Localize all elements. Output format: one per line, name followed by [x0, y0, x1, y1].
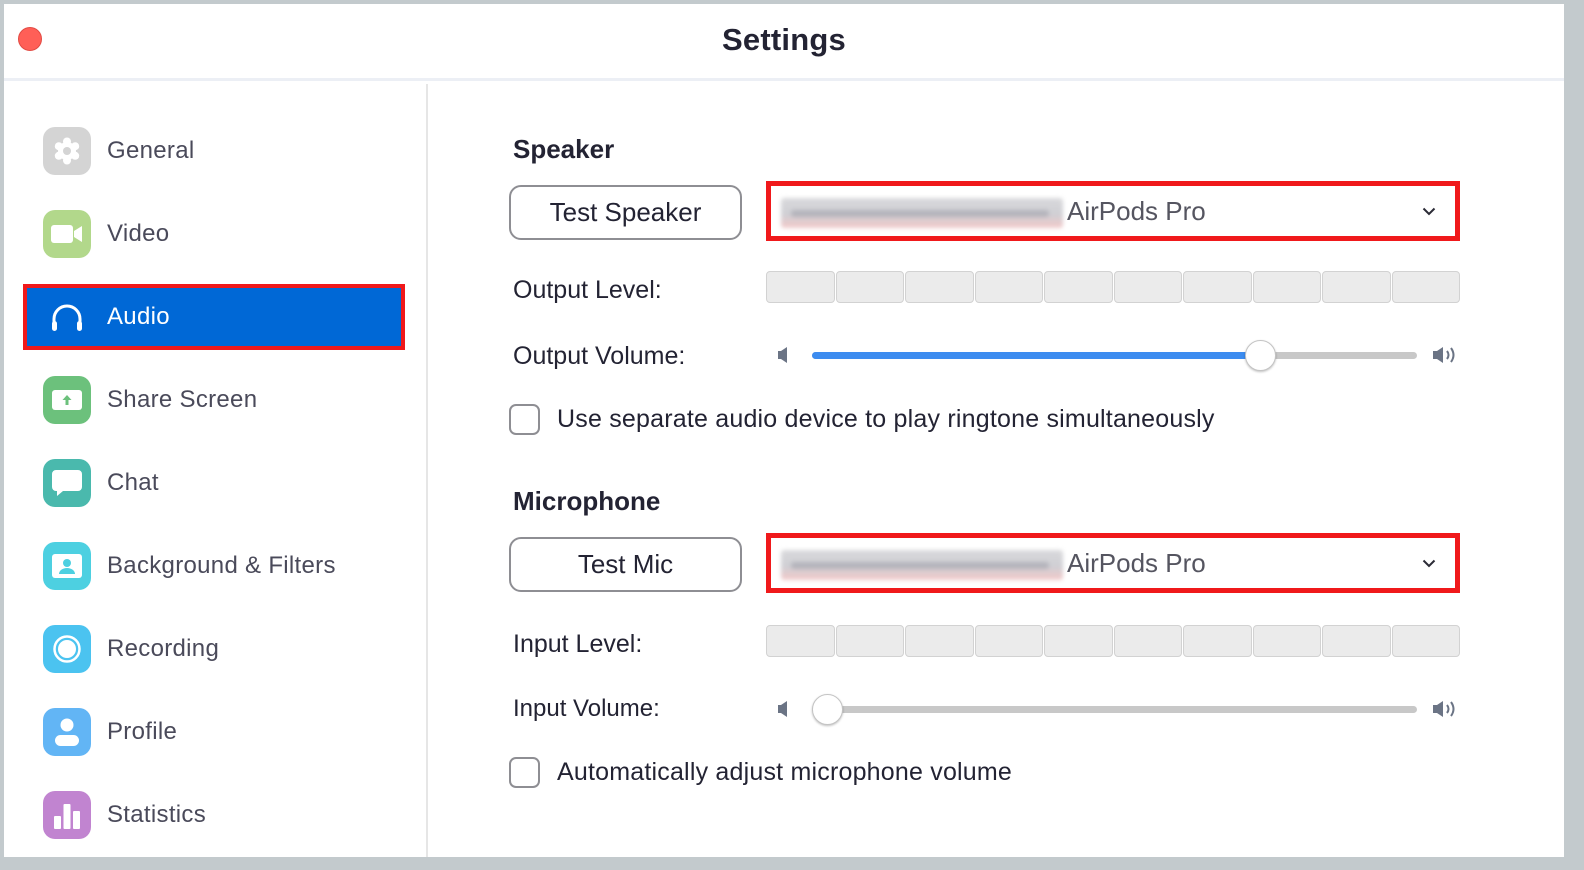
level-meter-segment — [1252, 625, 1321, 657]
sidebar-item-recording[interactable]: Recording — [26, 619, 402, 679]
level-meter-segment — [1044, 625, 1113, 657]
input-level-meter — [766, 625, 1460, 657]
sidebar-item-label: Background & Filters — [107, 552, 336, 579]
bar-chart-icon — [43, 791, 91, 839]
output-volume-thumb[interactable] — [1244, 340, 1276, 371]
redacted-device-owner-name — [781, 550, 1063, 580]
level-meter-segment — [1252, 271, 1321, 303]
level-meter-segment — [766, 271, 835, 303]
level-meter-segment — [835, 625, 904, 657]
redacted-device-owner-name — [781, 198, 1063, 228]
sidebar-item-label: Recording — [107, 635, 220, 662]
level-meter-segment — [1113, 625, 1182, 657]
level-meter-segment — [905, 271, 974, 303]
chevron-down-icon — [1421, 555, 1437, 571]
output-level-label: Output Level: — [513, 276, 662, 304]
input-level-label: Input Level: — [513, 630, 643, 658]
microphone-section-title: Microphone — [513, 486, 661, 516]
speaker-section-title: Speaker — [513, 134, 615, 164]
chat-bubble-icon — [43, 459, 91, 507]
sidebar-item-background-filters[interactable]: Background & Filters — [26, 536, 402, 596]
input-volume-slider[interactable] — [772, 694, 1462, 725]
settings-window: Settings General Video Audio Share Scree… — [4, 4, 1564, 857]
sidebar-item-label: General — [107, 137, 195, 164]
level-meter-segment — [1044, 271, 1113, 303]
level-meter-segment — [1322, 271, 1391, 303]
level-meter-segment — [1113, 271, 1182, 303]
sidebar-item-label: Profile — [107, 718, 178, 745]
ringtone-separate-device-option[interactable]: Use separate audio device to play ringto… — [509, 404, 1215, 435]
ringtone-separate-device-checkbox[interactable] — [509, 404, 540, 435]
volume-high-icon — [1433, 347, 1455, 363]
sidebar-item-label: Statistics — [107, 801, 207, 828]
sidebar-item-label: Share Screen — [107, 386, 258, 413]
audio-settings-panel: Speaker Test Speaker AirPods Pro Output … — [430, 84, 1564, 857]
sidebar-item-general[interactable]: General — [26, 121, 402, 181]
sidebar-item-chat[interactable]: Chat — [26, 453, 402, 513]
chevron-down-icon — [1421, 203, 1437, 219]
level-meter-segment — [1391, 625, 1460, 657]
test-speaker-button[interactable]: Test Speaker — [509, 185, 742, 240]
video-camera-icon — [43, 210, 91, 258]
input-volume-track[interactable] — [812, 694, 1417, 725]
level-meter-segment — [1391, 271, 1460, 303]
share-screen-icon — [43, 376, 91, 424]
auto-adjust-mic-volume-checkbox[interactable] — [509, 757, 540, 788]
window-title: Settings — [722, 22, 846, 57]
sidebar-item-label: Audio — [107, 303, 170, 330]
output-volume-track[interactable] — [812, 340, 1417, 371]
sidebar-item-label: Chat — [107, 469, 159, 496]
background-person-icon — [43, 542, 91, 590]
level-meter-segment — [766, 625, 835, 657]
level-meter-segment — [1183, 625, 1252, 657]
profile-person-icon — [43, 708, 91, 756]
level-meter-segment — [1322, 625, 1391, 657]
level-meter-segment — [835, 271, 904, 303]
level-meter-segment — [974, 271, 1043, 303]
sidebar-item-statistics[interactable]: Statistics — [26, 785, 402, 845]
level-meter-segment — [905, 625, 974, 657]
headphones-icon — [43, 293, 91, 341]
speaker-device-dropdown[interactable]: AirPods Pro — [766, 181, 1460, 241]
speaker-device-name: AirPods Pro — [1067, 196, 1206, 226]
output-volume-slider[interactable] — [772, 340, 1462, 371]
volume-low-icon — [778, 701, 787, 717]
auto-adjust-mic-volume-option[interactable]: Automatically adjust microphone volume — [509, 757, 1012, 788]
output-volume-label: Output Volume: — [513, 342, 686, 370]
input-volume-label: Input Volume: — [513, 695, 660, 722]
gear-icon — [43, 127, 91, 175]
volume-low-icon — [778, 347, 787, 363]
volume-high-icon — [1433, 701, 1455, 717]
input-volume-thumb[interactable] — [812, 694, 843, 725]
record-icon — [43, 625, 91, 673]
test-mic-button[interactable]: Test Mic — [509, 537, 742, 592]
microphone-device-name: AirPods Pro — [1067, 548, 1206, 578]
microphone-device-dropdown[interactable]: AirPods Pro — [766, 533, 1460, 593]
level-meter-segment — [974, 625, 1043, 657]
sidebar-item-share-screen[interactable]: Share Screen — [26, 370, 402, 430]
settings-sidebar: General Video Audio Share Screen Chat Ba… — [4, 84, 428, 857]
sidebar-item-profile[interactable]: Profile — [26, 702, 402, 762]
output-level-meter — [766, 271, 1460, 303]
auto-adjust-mic-volume-label: Automatically adjust microphone volume — [557, 758, 1013, 786]
sidebar-item-video[interactable]: Video — [26, 204, 402, 264]
output-volume-fill — [812, 352, 1260, 359]
title-bar: Settings — [4, 4, 1564, 81]
ringtone-separate-device-label: Use separate audio device to play ringto… — [557, 405, 1215, 433]
sidebar-item-audio[interactable]: Audio — [23, 284, 405, 350]
sidebar-item-label: Video — [107, 220, 170, 247]
level-meter-segment — [1183, 271, 1252, 303]
